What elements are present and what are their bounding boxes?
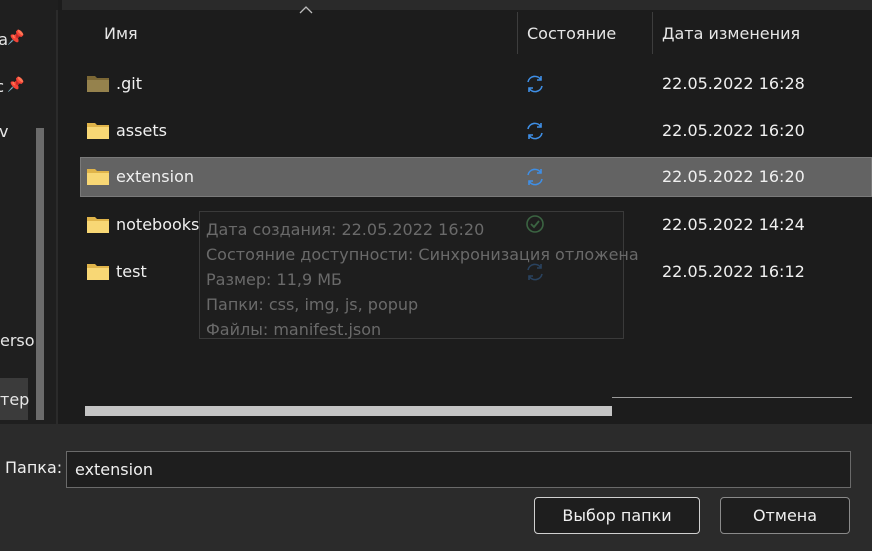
file-date: 22.05.2022 16:12 [662,262,805,281]
column-header-date[interactable]: Дата изменения [662,24,800,43]
horizontal-scrollbar-thumb[interactable] [85,406,612,416]
pin-icon: 📌 [7,77,25,93]
folder-icon [87,76,109,92]
file-name: extension [116,167,194,186]
column-header-name[interactable]: Имя [104,24,138,43]
file-name: test [116,262,147,281]
file-date: 22.05.2022 16:28 [662,74,805,93]
nav-item-label: erso [0,331,35,350]
file-row-selected[interactable]: extension 22.05.2022 16:20 [80,157,872,197]
tooltip-line: Состояние доступности: Синхронизация отл… [206,245,639,264]
nav-scrollbar[interactable] [36,128,44,420]
nav-item-quick-access-2[interactable]: с [0,77,4,96]
folder-field-label: Папка: [5,458,63,477]
folder-icon [87,217,109,233]
nav-item-label: тер [0,390,30,409]
tooltip-line: Размер: 11,9 МБ [206,270,342,289]
file-row[interactable]: assets 22.05.2022 16:20 [80,111,872,151]
folder-icon [87,264,109,280]
sync-pending-icon [527,122,543,140]
file-name: assets [116,121,167,140]
column-separator[interactable] [517,12,518,54]
sort-ascending-icon [299,6,313,14]
nav-item-label: v [0,122,9,141]
folder-icon [87,123,109,139]
sync-pending-icon [527,168,543,186]
file-row[interactable]: .git 22.05.2022 16:28 [80,64,872,104]
select-folder-button[interactable]: Выбор папки [534,497,700,534]
horizontal-scrollbar-track[interactable] [612,397,852,398]
navigation-pane: а 📌 с 📌 v erso тер [0,0,58,424]
pin-icon: 📌 [7,30,25,46]
nav-item-label: с [0,77,4,96]
tooltip-line: Папки: css, img, js, popup [206,295,419,314]
folder-icon [87,169,109,185]
sync-pending-icon [527,75,543,93]
file-date: 22.05.2022 16:20 [662,121,805,140]
column-separator[interactable] [652,12,653,54]
file-date: 22.05.2022 14:24 [662,215,805,234]
file-name: notebooks [116,215,200,234]
header-strip [62,0,872,10]
file-date: 22.05.2022 16:20 [662,167,805,186]
folder-info-tooltip: Дата создания: 22.05.2022 16:20 Состояни… [199,211,639,339]
folder-name-input[interactable] [66,451,851,488]
nav-item-3[interactable]: v [0,122,8,141]
nav-item-4[interactable]: erso [0,331,35,350]
file-name: .git [116,74,142,93]
tooltip-line: Дата создания: 22.05.2022 16:20 [206,220,485,239]
cancel-button[interactable]: Отмена [720,497,850,534]
nav-item-selected[interactable]: тер [0,378,30,420]
column-header-status[interactable]: Состояние [527,24,616,43]
tooltip-line: Файлы: manifest.json [206,320,382,339]
pane-divider[interactable] [56,10,58,424]
